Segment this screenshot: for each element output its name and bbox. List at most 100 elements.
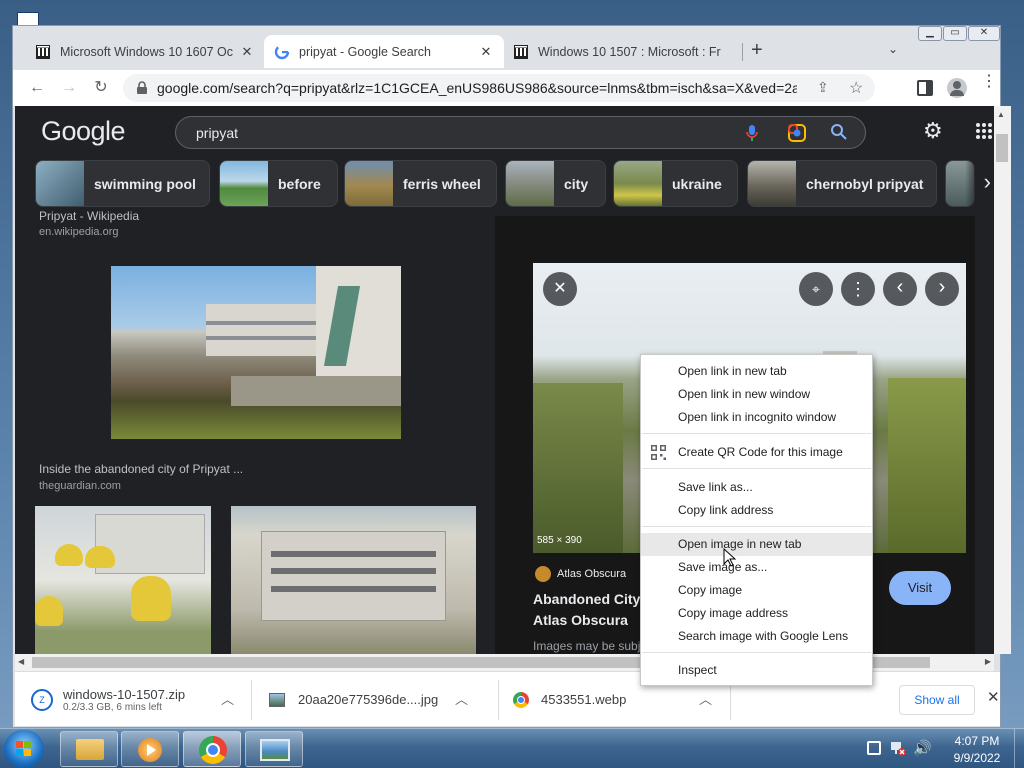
lens-search-button[interactable]: ⌖ — [799, 272, 833, 306]
menu-item-open-link-new-tab[interactable]: Open link in new tab — [641, 360, 872, 383]
result-image-building[interactable] — [231, 506, 476, 654]
archive-icon — [513, 44, 529, 60]
menu-item-create-qr-code[interactable]: Create QR Code for this image — [641, 441, 872, 464]
lock-icon[interactable] — [136, 81, 148, 98]
chevron-up-icon[interactable]: ︿ — [221, 689, 234, 708]
chip-label: ukraine — [672, 175, 722, 192]
image-file-icon — [269, 692, 285, 707]
folder-icon — [76, 739, 104, 760]
menu-item-copy-image-address[interactable]: Copy image address — [641, 602, 872, 625]
action-center-icon[interactable] — [867, 741, 881, 755]
chrome-icon — [513, 691, 529, 708]
menu-item-open-link-incognito[interactable]: Open link in incognito window — [641, 406, 872, 429]
tab-title: pripyat - Google Search — [299, 44, 432, 59]
preview-title[interactable]: Abandoned City o — [533, 591, 653, 607]
tab-windows-1607[interactable]: Microsoft Windows 10 1607 Oct ✕ — [25, 35, 265, 68]
archive-icon — [35, 44, 51, 60]
address-bar[interactable]: google.com/search?q=pripyat&rlz=1C1GCEA_… — [123, 74, 875, 102]
chip-label: swimming pool — [94, 175, 196, 192]
tab-search-button[interactable]: ⌄ — [888, 42, 898, 56]
close-window-button[interactable]: ✕ — [968, 26, 1000, 41]
zip-file-icon: Z — [31, 688, 53, 711]
image-dimensions: 585 × 390 — [537, 535, 582, 546]
download-status: 0.2/3.3 GB, 6 mins left — [63, 701, 162, 713]
source-site-name[interactable]: Atlas Obscura — [557, 568, 626, 580]
minimize-button[interactable]: ▁ — [918, 26, 942, 41]
chevron-up-icon[interactable]: ︿ — [699, 689, 712, 708]
clock-time[interactable]: 4:07 PM — [948, 734, 1006, 748]
menu-item-open-link-new-window[interactable]: Open link in new window — [641, 383, 872, 406]
clock-date[interactable]: 9/9/2022 — [948, 751, 1006, 765]
results-column: Pripyat - Wikipedia en.wikipedia.org Ins… — [15, 209, 495, 654]
chrome-icon — [199, 736, 227, 764]
result-title[interactable]: Pripyat - Wikipedia — [39, 209, 139, 223]
taskbar-media-player-button[interactable] — [121, 731, 179, 767]
menu-kebab-icon[interactable]: ⋮ — [981, 74, 997, 90]
tab-strip: Microsoft Windows 10 1607 Oct ✕ pripyat … — [13, 26, 1000, 73]
reload-icon[interactable]: ↻ — [91, 78, 111, 98]
scroll-thumb[interactable] — [996, 134, 1008, 162]
chip-swimming-pool[interactable]: swimming pool — [35, 160, 210, 207]
chip-before[interactable]: before — [219, 160, 338, 207]
chevron-up-icon[interactable]: ︿ — [455, 689, 468, 708]
chip-row: swimming pool before ferris wheel city u… — [15, 106, 995, 216]
download-filename: 4533551.webp — [541, 692, 627, 707]
maximize-button[interactable]: ▭ — [943, 26, 967, 41]
next-image-icon[interactable]: › — [925, 272, 959, 306]
previous-image-icon[interactable]: ‹ — [883, 272, 917, 306]
network-icon[interactable] — [890, 740, 906, 756]
menu-item-save-link-as[interactable]: Save link as... — [641, 476, 872, 499]
bookmark-star-icon[interactable]: ☆ — [849, 78, 863, 98]
menu-item-open-image-new-tab[interactable]: Open image in new tab — [641, 533, 872, 556]
media-player-icon — [138, 738, 162, 762]
url-text: google.com/search?q=pripyat&rlz=1C1GCEA_… — [157, 80, 797, 96]
chip-city[interactable]: city — [505, 160, 606, 207]
result-image-ferris[interactable] — [35, 506, 211, 654]
result-source: theguardian.com — [39, 480, 121, 492]
download-item[interactable]: 20aa20e775396de....jpg ︿ — [269, 672, 485, 727]
chip-thumbnail — [220, 161, 268, 206]
start-button[interactable] — [4, 730, 44, 768]
chip-ukraine[interactable]: ukraine — [613, 160, 738, 207]
preview-title-line2[interactable]: Atlas Obscura — [533, 612, 628, 628]
chips-next-chevron-icon[interactable]: › — [965, 160, 995, 207]
download-filename: 20aa20e775396de....jpg — [298, 692, 439, 707]
menu-item-copy-link-address[interactable]: Copy link address — [641, 499, 872, 522]
menu-item-copy-image[interactable]: Copy image — [641, 579, 872, 602]
profile-avatar[interactable] — [947, 78, 967, 98]
chip-label: chernobyl pripyat — [806, 175, 924, 192]
close-icon[interactable]: ✕ — [987, 688, 1000, 706]
visit-button[interactable]: Visit — [889, 571, 951, 605]
tab-windows-1507[interactable]: Windows 10 1507 : Microsoft : Fr — [503, 35, 743, 68]
result-image-guardian[interactable] — [111, 266, 401, 439]
close-icon[interactable]: ✕ — [239, 44, 255, 60]
share-icon[interactable]: ⇪ — [817, 79, 829, 96]
show-desktop-button[interactable] — [1014, 729, 1024, 768]
close-preview-button[interactable]: ✕ — [543, 272, 577, 306]
result-title[interactable]: Inside the abandoned city of Pripyat ... — [39, 462, 243, 476]
result-source: en.wikipedia.org — [39, 226, 119, 238]
taskbar-chrome-button[interactable] — [183, 731, 241, 767]
more-options-icon[interactable]: ⋮ — [841, 272, 875, 306]
menu-item-inspect[interactable]: Inspect — [641, 659, 872, 682]
taskbar-explorer-button[interactable] — [60, 731, 118, 767]
close-icon[interactable]: ✕ — [478, 44, 494, 60]
download-item[interactable]: Z windows-10-1507.zip 0.2/3.3 GB, 6 mins… — [31, 672, 249, 727]
chip-chernobyl-pripyat[interactable]: chernobyl pripyat — [747, 160, 937, 207]
chip-thumbnail — [614, 161, 662, 206]
new-tab-button[interactable]: + — [751, 39, 763, 62]
vertical-scrollbar[interactable]: ▲ — [994, 106, 1011, 654]
back-icon[interactable]: ← — [27, 78, 47, 98]
tab-pripyat-search[interactable]: pripyat - Google Search ✕ — [264, 35, 504, 68]
chip-ferris-wheel[interactable]: ferris wheel — [344, 160, 497, 207]
side-panel-icon[interactable] — [917, 80, 933, 96]
menu-item-google-lens[interactable]: Search image with Google Lens — [641, 625, 872, 648]
chip-thumbnail — [748, 161, 796, 206]
volume-icon[interactable]: 🔊 — [913, 739, 932, 757]
menu-item-save-image-as[interactable]: Save image as... — [641, 556, 872, 579]
chip-thumbnail — [506, 161, 554, 206]
chip-label: ferris wheel — [403, 175, 481, 192]
forward-icon[interactable]: → — [59, 78, 79, 98]
show-all-button[interactable]: Show all — [899, 685, 975, 715]
taskbar-photo-viewer-button[interactable] — [245, 731, 303, 767]
